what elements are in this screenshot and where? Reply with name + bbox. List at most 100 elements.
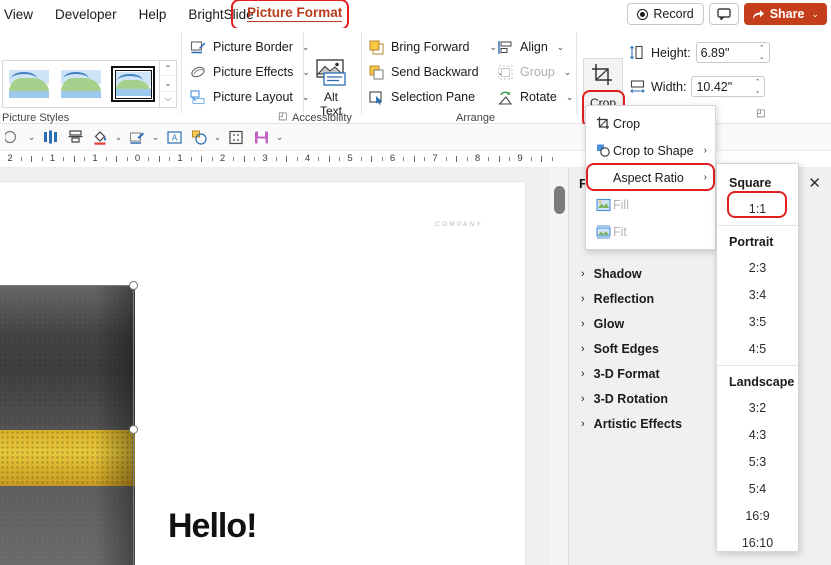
pane-item-label: 3-D Rotation [593, 392, 668, 406]
qat-align-distribute-horizontal-icon[interactable] [39, 126, 61, 148]
ruler-tick [73, 156, 75, 162]
qat-shape-fill-circle-icon[interactable] [2, 126, 24, 148]
group-separator [303, 32, 304, 114]
tab-picture-format[interactable]: Picture Format [235, 2, 354, 25]
slide-canvas[interactable]: COMPANY Hello! Lorem ipsum dolor sit ame… [0, 182, 525, 565]
tab-developer[interactable]: Developer [45, 5, 127, 24]
alt-text-line1: Alt [323, 90, 338, 104]
picture-style-2-selected[interactable] [111, 66, 155, 102]
ruler-tick [381, 157, 383, 161]
tab-help[interactable]: Help [129, 5, 177, 24]
aspect-ratio-16-10[interactable]: 16:10 [717, 529, 798, 556]
slide-title[interactable]: Hello! [168, 507, 257, 546]
aspect-ratio-5-3[interactable]: 5:3 [717, 448, 798, 475]
menu-item-fill[interactable]: Fill [586, 191, 715, 218]
gallery-scroll-down-icon[interactable]: ⌄ [160, 76, 176, 92]
aspect-ratio-5-4[interactable]: 5:4 [717, 475, 798, 502]
pane-item-shadow[interactable]: › Shadow [581, 267, 642, 281]
height-stepper[interactable]: ⌃ ⌄ [759, 44, 765, 63]
vertical-scrollbar[interactable] [551, 168, 568, 565]
picture-style-0[interactable] [7, 66, 51, 102]
menu-item-fit[interactable]: Fit [586, 218, 715, 245]
qat-format-painter-shape-icon[interactable] [126, 126, 148, 148]
aspect-ratio-4-5[interactable]: 4:5 [717, 335, 798, 362]
scrollbar-thumb[interactable] [554, 186, 565, 214]
aspect-ratio-3-4[interactable]: 3:4 [717, 281, 798, 308]
qat-save-icon[interactable] [250, 126, 272, 148]
chevron-right-icon: › [581, 268, 585, 280]
pane-item-3d-format[interactable]: › 3-D Format [581, 367, 660, 381]
size-dialog-launcher[interactable]: ◰ [756, 108, 765, 119]
qat-align-distribute-vertical-icon[interactable] [64, 126, 86, 148]
send-backward-button[interactable]: Send Backward ⌄ [368, 61, 504, 83]
rotate-button[interactable]: Rotate ⌄ [497, 86, 573, 108]
pane-item-glow[interactable]: › Glow [581, 317, 624, 331]
stepper-up-icon[interactable]: ⌃ [755, 79, 761, 86]
pane-item-reflection[interactable]: › Reflection [581, 292, 654, 306]
menu-item-crop[interactable]: Crop [586, 110, 715, 137]
resize-handle-top-right[interactable] [129, 281, 138, 290]
ruler-number: 2 [7, 153, 13, 164]
width-value: 10.42" [696, 79, 733, 94]
qat-chevron-down-icon[interactable]: ⌄ [27, 132, 36, 143]
tab-view[interactable]: View [0, 5, 43, 24]
share-button[interactable]: Share ⌄ [743, 3, 827, 25]
ruler-number: 8 [474, 153, 481, 164]
picture-border-label: Picture Border [213, 40, 293, 54]
close-icon[interactable]: ✕ [808, 174, 821, 192]
ruler-number: 0 [134, 153, 141, 164]
gallery-scroll-controls[interactable]: ⌃ ⌄ ⌵ [159, 61, 176, 107]
gallery-more-icon[interactable]: ⌵ [160, 92, 176, 107]
width-input[interactable]: 10.42" ⌃ ⌄ [691, 76, 766, 97]
picture-layout-button[interactable]: Picture Layout ⌄ [190, 86, 309, 108]
stepper-down-icon[interactable]: ⌄ [759, 54, 765, 61]
pane-item-3d-rotation[interactable]: › 3-D Rotation [581, 392, 668, 406]
aspect-ratio-16-9[interactable]: 16:9 [717, 502, 798, 529]
slide-company-label: COMPANY [435, 221, 483, 228]
record-button[interactable]: Record [627, 3, 704, 25]
width-stepper[interactable]: ⌃ ⌄ [755, 78, 761, 97]
width-field-group: Width: 10.42" ⌃ ⌄ [629, 76, 766, 97]
qat-chevron-down-icon[interactable]: ⌄ [114, 132, 123, 143]
stepper-down-icon[interactable]: ⌄ [755, 88, 761, 95]
menu-item-label: Fit [613, 224, 627, 239]
aspect-ratio-3-2[interactable]: 3:2 [717, 394, 798, 421]
gallery-scroll-up-icon[interactable]: ⌃ [160, 61, 176, 77]
qat-fill-color-icon[interactable] [89, 126, 111, 148]
bring-forward-button[interactable]: Bring Forward ⌄ [368, 36, 497, 58]
qat-text-box-icon[interactable]: A [163, 126, 185, 148]
accessibility-dialog-launcher[interactable]: ◰ [278, 111, 287, 122]
comments-button[interactable] [708, 3, 739, 25]
align-label: Align [520, 40, 548, 54]
height-input[interactable]: 6.89" ⌃ ⌄ [695, 42, 770, 63]
submenu-heading-portrait: Portrait [729, 234, 774, 249]
group-separator [181, 32, 182, 114]
picture-styles-gallery[interactable]: ⌃ ⌄ ⌵ [2, 60, 177, 108]
aspect-ratio-2-3[interactable]: 2:3 [717, 254, 798, 281]
group-button[interactable]: Group ⌄ [497, 61, 571, 83]
stepper-up-icon[interactable]: ⌃ [759, 45, 765, 52]
slide-picture[interactable] [0, 285, 135, 565]
qat-chevron-down-icon[interactable]: ⌄ [213, 132, 222, 143]
qat-more-commands-icon[interactable]: ⌄ [275, 132, 284, 143]
aspect-ratio-1-1[interactable]: 1:1 [717, 195, 798, 222]
qat-chevron-down-icon[interactable]: ⌄ [151, 132, 160, 143]
resize-handle-middle-right[interactable] [129, 425, 138, 434]
pane-item-artistic-effects[interactable]: › Artistic Effects [581, 417, 682, 431]
qat-grid-icon[interactable] [225, 126, 247, 148]
menu-item-crop-to-shape[interactable]: Crop to Shape › [586, 137, 715, 164]
record-icon [637, 8, 649, 20]
menu-item-aspect-ratio[interactable]: Aspect Ratio › [586, 164, 715, 191]
align-button[interactable]: Align ⌄ [497, 36, 564, 58]
picture-style-1[interactable] [59, 66, 103, 102]
share-icon [752, 10, 764, 19]
aspect-ratio-3-5[interactable]: 3:5 [717, 308, 798, 335]
picture-effects-button[interactable]: Picture Effects ⌄ [190, 61, 310, 83]
aspect-ratio-4-3[interactable]: 4:3 [717, 421, 798, 448]
picture-border-button[interactable]: Picture Border ⌄ [190, 36, 309, 58]
selection-pane-button[interactable]: Selection Pane [368, 86, 475, 108]
pane-item-soft-edges[interactable]: › Soft Edges [581, 342, 659, 356]
ruler-tick [148, 157, 150, 161]
qat-shapes-icon[interactable] [188, 126, 210, 148]
chevron-right-icon: › [703, 145, 707, 156]
